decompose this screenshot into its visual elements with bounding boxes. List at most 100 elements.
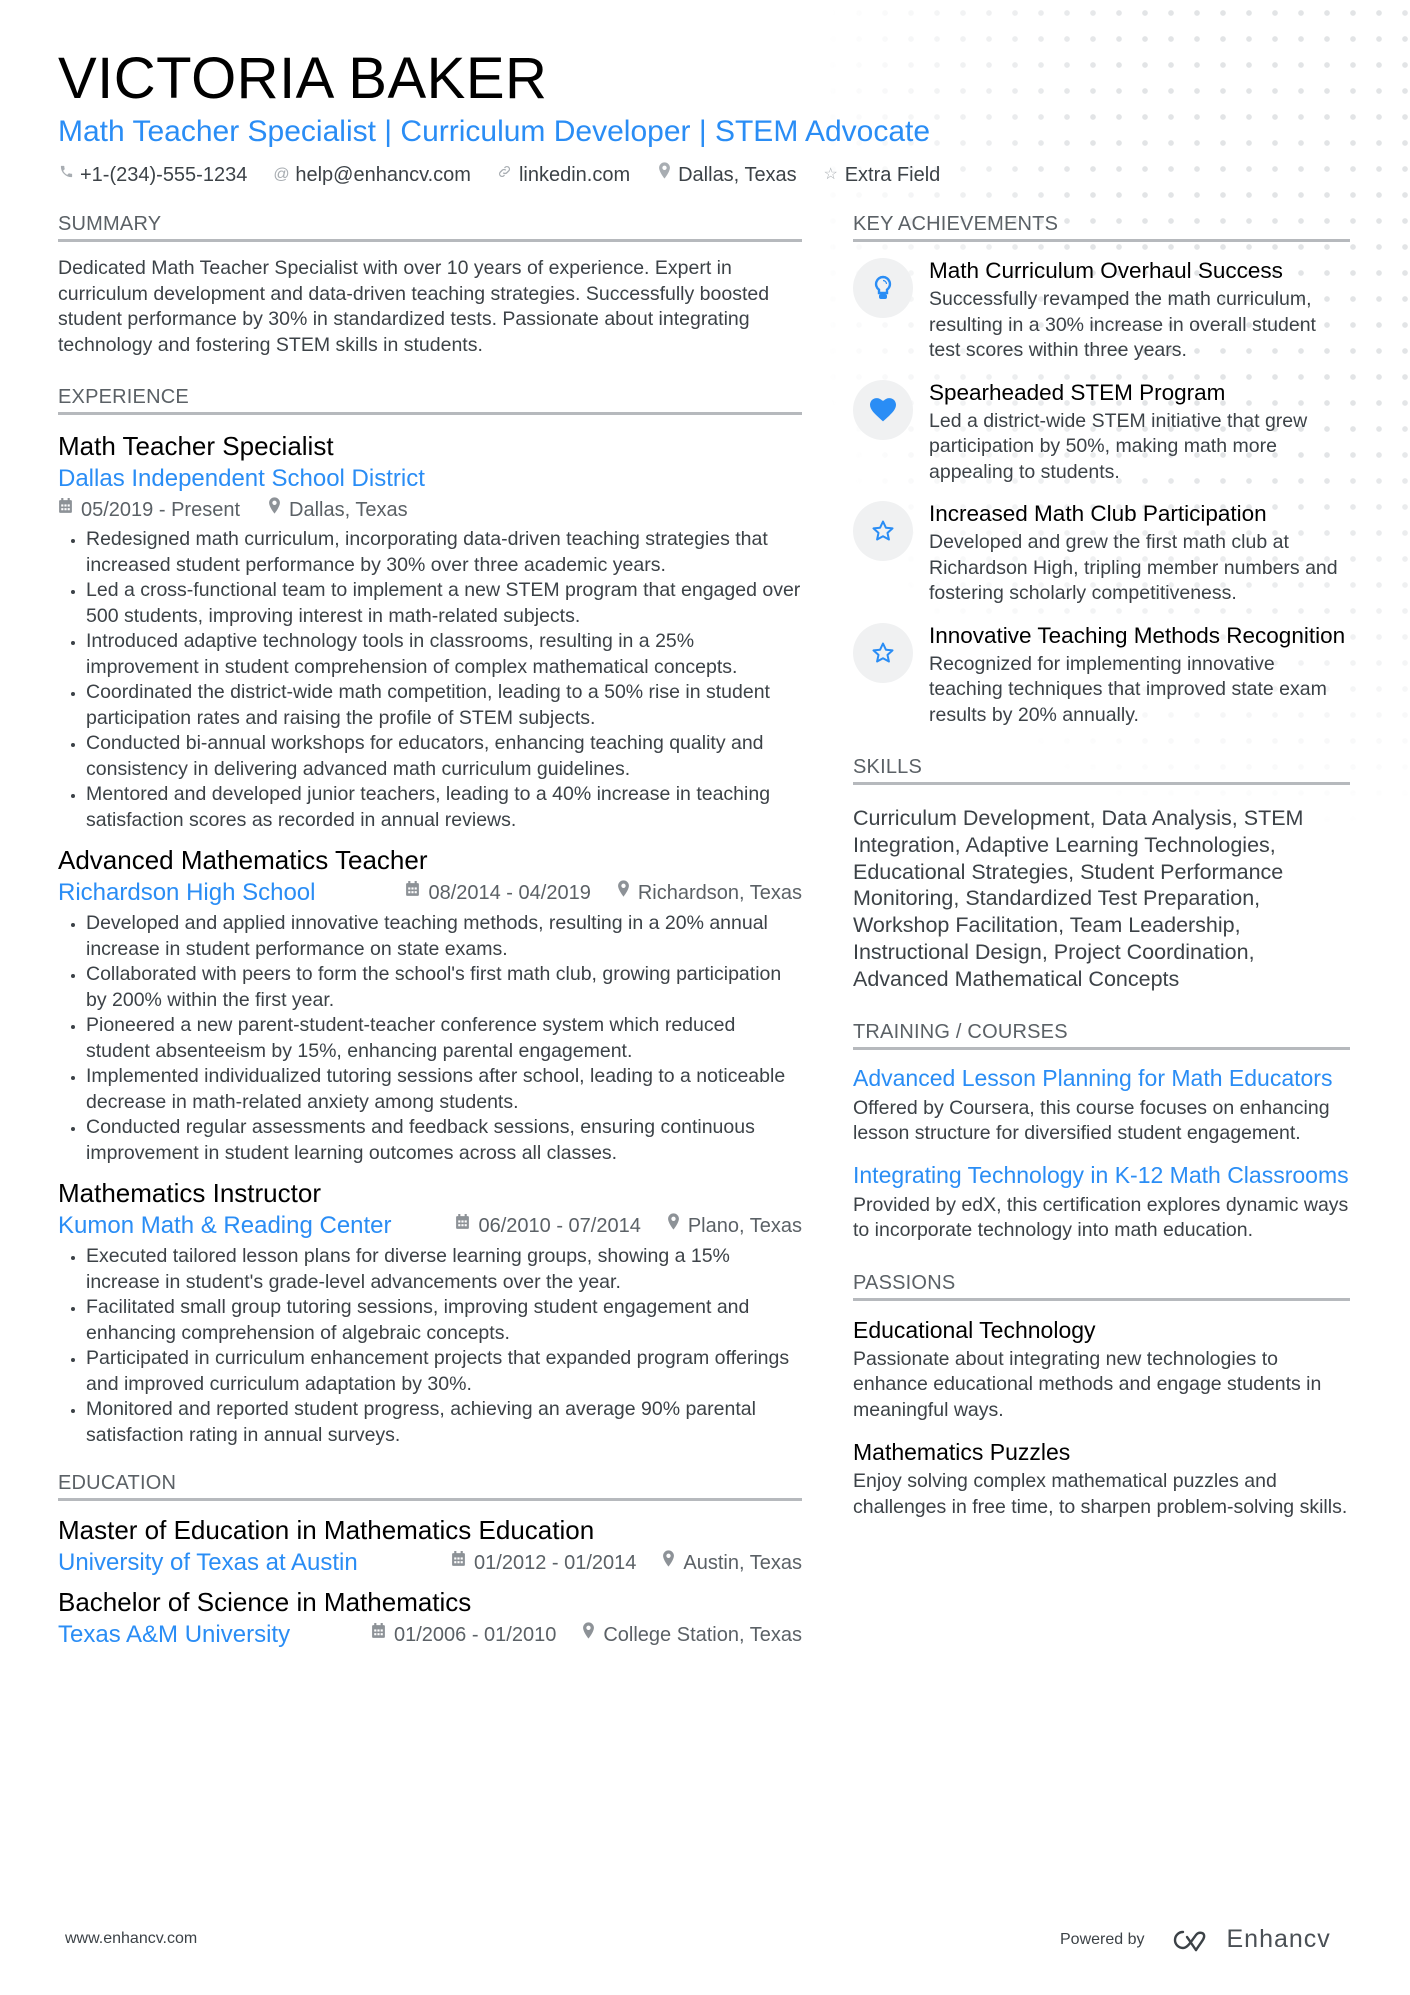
job-location: Dallas, Texas [268,495,408,525]
lightbulb-icon [853,258,913,318]
school-name[interactable]: University of Texas at Austin [58,1547,358,1579]
bullet-item: Conducted regular assessments and feedba… [86,1115,802,1166]
education-location: College Station, Texas [582,1620,802,1650]
education-meta: University of Texas at Austin 01/2012 - … [58,1547,802,1579]
contact-email-text: help@enhancv.com [295,164,471,186]
passions-section: PASSIONS Educational Technology Passiona… [853,1270,1350,1521]
job-location: Plano, Texas [667,1211,802,1241]
passion-item: Educational Technology Passionate about … [853,1315,1350,1424]
achievement-title: Spearheaded STEM Program [929,379,1226,405]
bullet-item: Participated in curriculum enhancement p… [86,1346,802,1397]
passion-desc: Passionate about integrating new technol… [853,1347,1322,1421]
section-title-training: TRAINING / COURSES [853,1019,1350,1050]
course-desc: Offered by Coursera, this course focuses… [853,1096,1330,1145]
left-column: SUMMARY Dedicated Math Teacher Specialis… [58,211,802,1677]
job-title: Advanced Mathematics Teacher [58,845,428,875]
bullet-item: Coordinated the district-wide math compe… [86,680,802,731]
contact-phone[interactable]: +1-(234)-555-1234 [58,162,247,188]
company-name[interactable]: Kumon Math & Reading Center [58,1210,392,1242]
candidate-name: VICTORIA BAKER [58,46,548,111]
job-dates: 05/2019 - Present [58,495,240,525]
location-icon [268,495,281,525]
location-icon [656,162,672,188]
contact-row: +1-(234)-555-1234 @ help@enhancv.com lin… [58,162,1358,188]
section-title-experience: EXPERIENCE [58,384,802,415]
contact-email[interactable]: @ help@enhancv.com [273,162,471,188]
course-title[interactable]: Advanced Lesson Planning for Math Educat… [853,1064,1350,1092]
education-meta: Texas A&M University 01/2006 - 01/2010 C… [58,1619,802,1651]
bullet-item: Developed and applied innovative teachin… [86,911,802,962]
education-dates: 01/2006 - 01/2010 [371,1620,556,1650]
summary-section: SUMMARY Dedicated Math Teacher Specialis… [58,211,802,358]
degree-title: Master of Education in Mathematics Educa… [58,1515,595,1545]
education-location-text: Austin, Texas [683,1552,802,1574]
job-title: Mathematics Instructor [58,1178,321,1208]
star-outline-icon: ☆ [823,166,838,183]
location-icon [667,1211,680,1241]
bullet-item: Monitored and reported student progress,… [86,1397,802,1448]
enhancv-logo[interactable]: Enhancv [1167,1925,1331,1954]
job-dates-text: 05/2019 - Present [81,499,240,521]
enhancv-logo-icon [1173,1930,1205,1951]
experience-entry: Mathematics Instructor Kumon Math & Read… [58,1176,802,1448]
company-name[interactable]: Richardson High School [58,877,315,909]
job-location-text: Richardson, Texas [637,882,802,904]
resume-header: VICTORIA BAKER Math Teacher Specialist |… [58,44,1358,188]
bullet-item: Collaborated with peers to form the scho… [86,962,802,1013]
achievement-desc: Recognized for implementing innovative t… [929,652,1327,726]
star-icon [853,501,913,561]
star-icon [853,622,913,683]
contact-extra: ☆ Extra Field [823,162,941,188]
achievement-desc: Led a district-wide STEM initiative that… [929,409,1308,483]
summary-text: Dedicated Math Teacher Specialist with o… [58,257,770,356]
job-location: Richardson, Texas [617,878,802,908]
course-title[interactable]: Integrating Technology in K-12 Math Clas… [853,1161,1350,1189]
company-name[interactable]: Dallas Independent School District [58,463,802,495]
education-entry: Master of Education in Mathematics Educa… [58,1513,802,1579]
calendar-icon [371,1620,386,1650]
education-dates-text: 01/2006 - 01/2010 [393,1624,557,1646]
achievement-item: Math Curriculum Overhaul Success Success… [853,256,1350,364]
job-dates-text: 06/2010 - 07/2014 [478,1215,641,1237]
achievement-item: Increased Math Club Participation Develo… [853,499,1350,607]
bullet-item: Redesigned math curriculum, incorporatin… [86,527,802,578]
calendar-icon [405,878,420,908]
school-name[interactable]: Texas A&M University [58,1619,290,1651]
section-title-summary: SUMMARY [58,211,802,242]
bullet-item: Led a cross-functional team to implement… [86,578,802,629]
achievement-desc: Developed and grew the first math club a… [929,531,1338,604]
bullet-item: Conducted bi-annual workshops for educat… [86,731,802,782]
calendar-icon [451,1548,466,1578]
education-entry: Bachelor of Science in Mathematics Texas… [58,1585,802,1651]
achievement-item: Innovative Teaching Methods Recognition … [853,621,1350,729]
contact-phone-text: +1-(234)-555-1234 [80,164,248,186]
location-icon [582,1620,595,1650]
experience-entry: Advanced Mathematics Teacher Richardson … [58,843,802,1166]
training-section: TRAINING / COURSES Advanced Lesson Plann… [853,1019,1350,1244]
job-location-text: Dallas, Texas [289,499,408,521]
skills-section: SKILLS Curriculum Development, Data Anal… [853,754,1350,993]
skills-text: Curriculum Development, Data Analysis, S… [853,806,1304,991]
contact-linkedin[interactable]: linkedin.com [497,162,630,188]
location-icon [617,878,630,908]
course-item: Integrating Technology in K-12 Math Clas… [853,1161,1350,1244]
contact-linkedin-text: linkedin.com [518,164,631,186]
experience-entry: Math Teacher Specialist Dallas Independe… [58,429,802,833]
contact-location: Dallas, Texas [656,162,797,188]
link-icon [497,162,513,188]
job-bullets: Developed and applied innovative teachin… [58,911,802,1166]
phone-icon [58,162,74,188]
passion-title: Educational Technology [853,1316,1096,1343]
bullet-item: Implemented individualized tutoring sess… [86,1064,802,1115]
brand-name: Enhancv [1226,1925,1331,1953]
achievement-desc: Successfully revamped the math curriculu… [929,288,1316,361]
job-title: Math Teacher Specialist [58,431,334,461]
achievement-title: Math Curriculum Overhaul Success [929,258,1283,283]
job-meta: 05/2019 - Present Dallas, Texas [58,495,802,525]
passion-desc: Enjoy solving complex mathematical puzzl… [853,1470,1348,1518]
candidate-tagline: Math Teacher Specialist | Curriculum Dev… [58,115,931,148]
section-title-passions: PASSIONS [853,1270,1350,1301]
footer-website[interactable]: www.enhancv.com [65,1930,197,1948]
education-dates-text: 01/2012 - 01/2014 [474,1552,637,1574]
job-dates: 08/2014 - 04/2019 [405,878,591,908]
